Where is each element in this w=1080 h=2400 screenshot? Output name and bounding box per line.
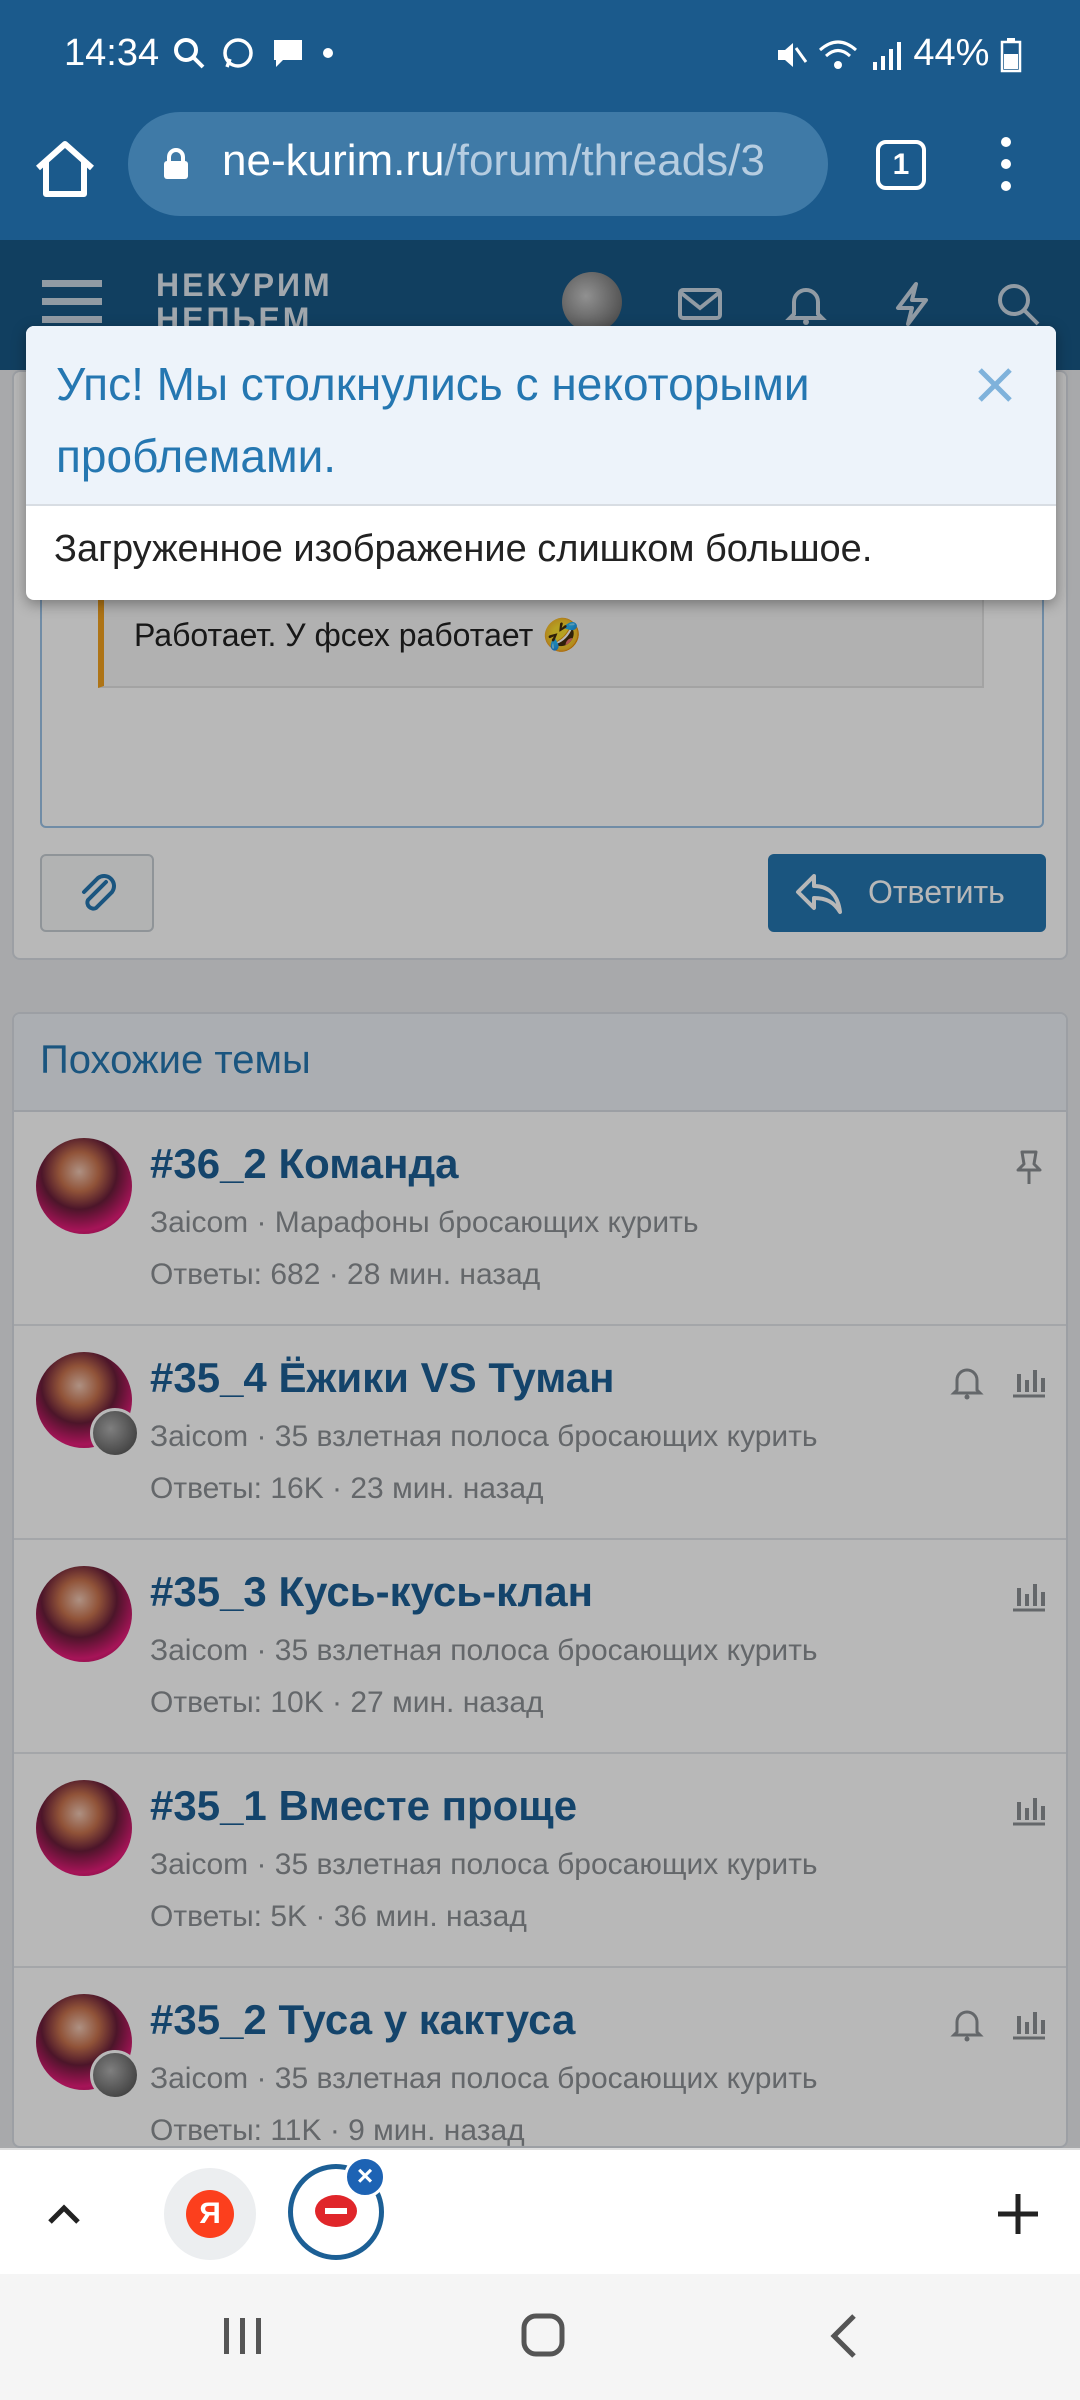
home-button-icon[interactable] [520, 2312, 566, 2358]
signal-icon [872, 41, 901, 70]
url-text: ne-kurim.ru/forum/threads/3 [222, 136, 765, 186]
thread-meta: Заicom · 35 взлетная полоса бросающих ку… [150, 1634, 818, 1667]
reply-button[interactable]: Ответить [768, 854, 1046, 932]
chevron-up-icon[interactable] [44, 2194, 84, 2234]
thread-title[interactable]: #35_2 Туса у кактуса [150, 1996, 575, 2044]
status-right: 44% [774, 32, 1022, 75]
thread-item[interactable]: #35_2 Туса у кактуса Заicom · 35 взлетна… [14, 1968, 1066, 2147]
back-icon[interactable] [824, 2312, 864, 2360]
url-host: ne-kurim.ru [222, 136, 445, 185]
error-dialog-title: Упс! Мы столкнулись с некоторыми проблем… [56, 358, 810, 482]
search-icon [174, 38, 205, 69]
similar-threads: Похожие темы #36_2 Команда Заicom · Мара… [12, 1012, 1068, 2148]
thread-meta: Заicom · Марафоны бросающих курить [150, 1206, 699, 1239]
thread-stats: Ответы: 11K · 9 мин. назад [150, 2114, 525, 2147]
site-favicon [315, 2195, 357, 2227]
status-bar: 14:34 44% [0, 0, 1080, 108]
pin-icon [1016, 1150, 1042, 1184]
notification-icons [172, 32, 336, 71]
poll-icon [1013, 2012, 1045, 2040]
thread-item[interactable]: #36_2 Команда Заicom · Марафоны бросающи… [14, 1112, 1066, 1326]
last-poster-avatar[interactable] [90, 1408, 140, 1458]
thread-title[interactable]: #35_4 Ёжики VS Туман [150, 1354, 614, 1402]
thread-title[interactable]: #36_2 Команда [150, 1140, 458, 1188]
similar-threads-heading: Похожие темы [14, 1014, 1066, 1112]
quote-text: Работает. У фсех работает 🤣 [134, 617, 582, 653]
thread-stats: Ответы: 5K · 36 мин. назад [150, 1900, 527, 1933]
tab-switcher-button[interactable]: 1 [876, 140, 926, 190]
poll-icon [1013, 1584, 1045, 1612]
yandex-tab-button[interactable]: Я [164, 2168, 256, 2260]
error-dialog: Упс! Мы столкнулись с некоторыми проблем… [26, 326, 1056, 600]
system-navigation-bar [0, 2274, 1080, 2400]
status-time: 14:34 [64, 32, 160, 74]
battery-percent: 44% [913, 32, 990, 74]
user-avatar[interactable] [562, 272, 622, 332]
mail-icon[interactable] [676, 280, 724, 328]
whatsapp-icon [223, 38, 254, 68]
poll-icon [1013, 1798, 1045, 1826]
battery-icon [1000, 37, 1022, 73]
thread-avatar[interactable] [36, 1780, 132, 1876]
browser-bottom-bar: Я × [0, 2148, 1080, 2274]
dot-icon [323, 48, 334, 59]
thread-meta: Заicom · 35 взлетная полоса бросающих ку… [150, 2062, 818, 2095]
browser-toolbar: ne-kurim.ru/forum/threads/3 1 [0, 108, 1080, 240]
thread-stats: Ответы: 682 · 28 мин. назад [150, 1258, 541, 1291]
thread-stats: Ответы: 10K · 27 мин. назад [150, 1686, 544, 1719]
thread-stats: Ответы: 16K · 23 мин. назад [150, 1472, 544, 1505]
thread-title[interactable]: #35_1 Вместе проще [150, 1782, 577, 1830]
bell-icon [950, 2010, 984, 2042]
close-icon[interactable] [970, 360, 1020, 410]
more-menu-icon[interactable] [990, 132, 1022, 196]
error-dialog-message: Загруженное изображение слишком большое. [54, 528, 873, 570]
mute-icon [777, 42, 807, 67]
error-dialog-header: Упс! Мы столкнулись с некоторыми проблем… [26, 326, 1056, 506]
paperclip-icon [82, 874, 116, 911]
bell-icon [950, 1368, 984, 1400]
url-path: /forum/threads/3 [444, 136, 765, 185]
wifi-icon [819, 40, 858, 69]
home-icon[interactable] [30, 134, 100, 204]
thread-meta: Заicom · 35 взлетная полоса бросающих ку… [150, 1420, 818, 1453]
thread-item[interactable]: #35_4 Ёжики VS Туман Заicom · 35 взлетна… [14, 1326, 1066, 1540]
poll-icon [1013, 1370, 1045, 1398]
reply-icon [796, 874, 842, 914]
lock-icon [164, 148, 188, 179]
thread-meta: Заicom · 35 взлетная полоса бросающих ку… [150, 1848, 818, 1881]
search-icon[interactable] [994, 280, 1042, 328]
logo-line1: НЕКУРИМ [156, 267, 333, 303]
thread-item[interactable]: #35_3 Кусь-кусь-клан Заicom · 35 взлетна… [14, 1540, 1066, 1754]
lightning-icon[interactable] [888, 280, 936, 328]
new-tab-icon[interactable] [990, 2186, 1046, 2242]
thread-item[interactable]: #35_1 Вместе проще Заicom · 35 взлетная … [14, 1754, 1066, 1968]
attach-files-button[interactable] [40, 854, 154, 932]
address-bar[interactable]: ne-kurim.ru/forum/threads/3 [128, 112, 828, 216]
menu-icon[interactable] [42, 276, 102, 326]
thread-avatar[interactable] [36, 1566, 132, 1662]
bell-icon[interactable] [782, 280, 830, 328]
recent-apps-icon[interactable] [220, 2314, 266, 2358]
message-icon [273, 40, 302, 68]
last-poster-avatar[interactable] [90, 2050, 140, 2100]
reply-button-label: Ответить [868, 874, 1005, 910]
thread-title[interactable]: #35_3 Кусь-кусь-клан [150, 1568, 593, 1616]
thread-avatar[interactable] [36, 1138, 132, 1234]
close-tab-icon[interactable]: × [344, 2156, 386, 2198]
yandex-icon: Я [186, 2190, 234, 2238]
